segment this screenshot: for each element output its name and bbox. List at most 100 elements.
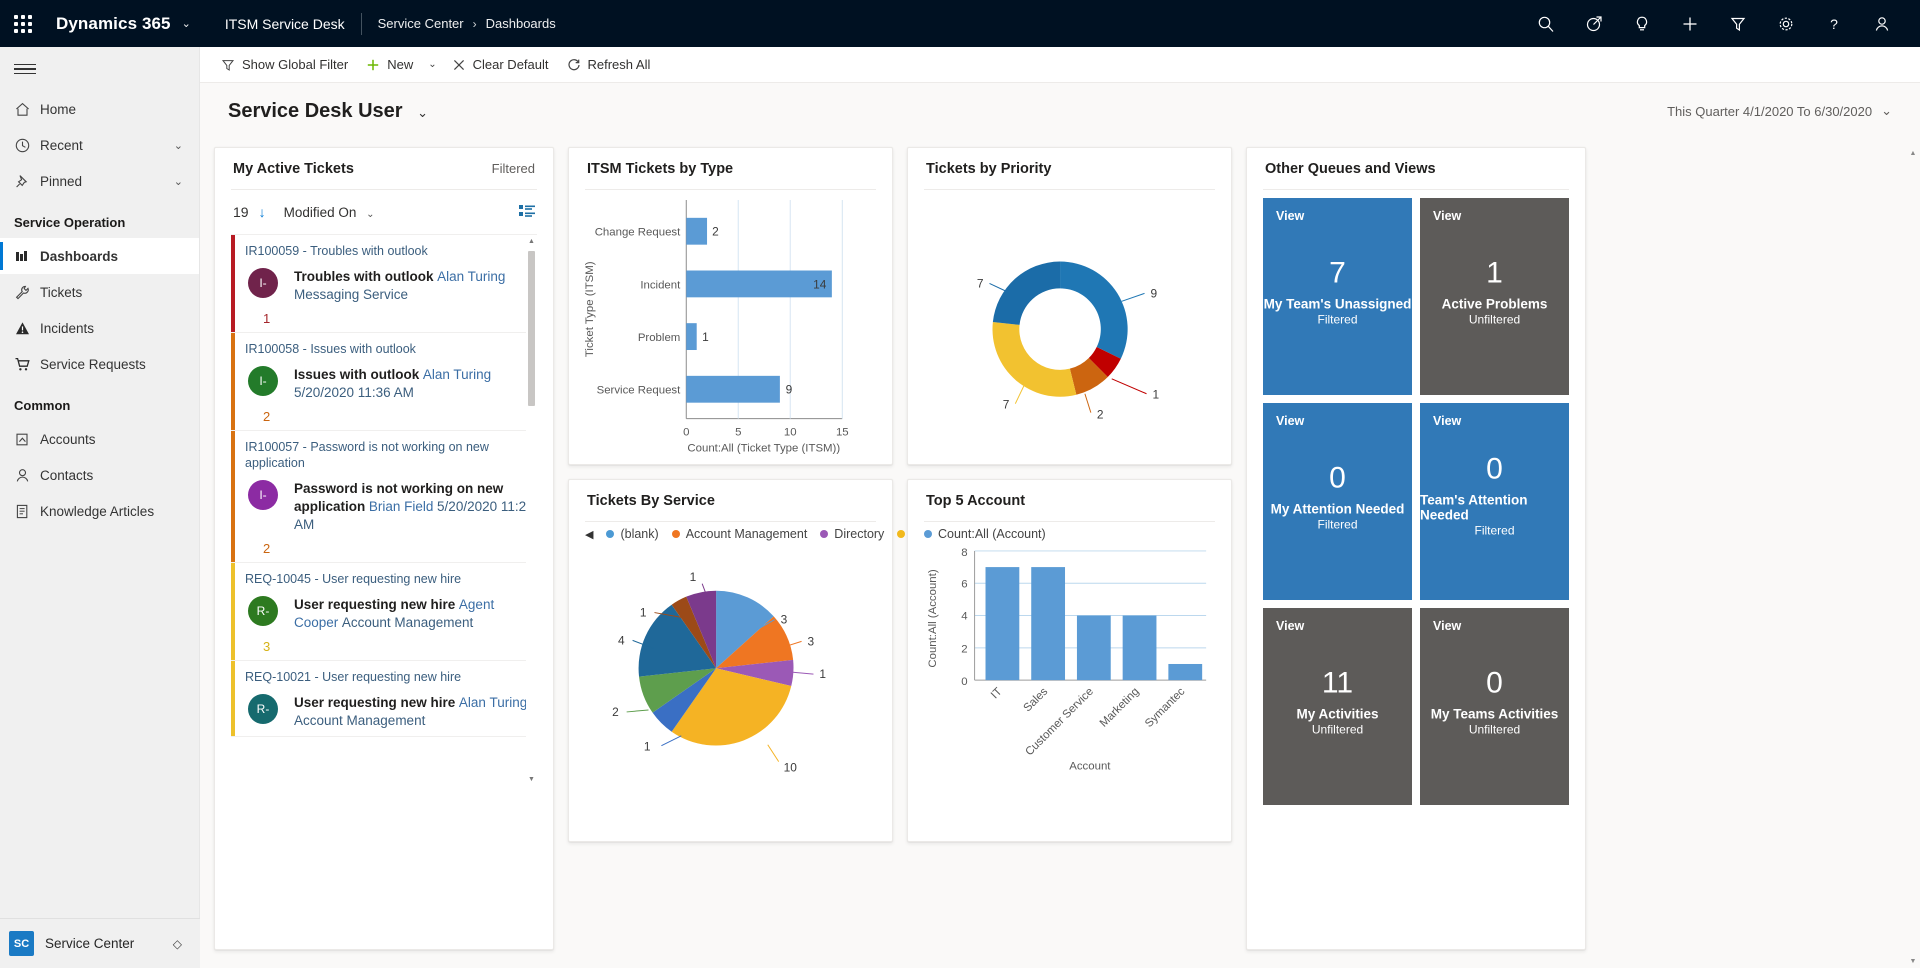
sidebar-item-dashboards[interactable]: Dashboards	[0, 238, 199, 274]
new-dropdown-chevron-icon[interactable]: ⌄	[422, 47, 442, 83]
ticket-list-scrollbar[interactable]: ▲ ▼	[526, 235, 537, 785]
plus-icon[interactable]	[1666, 0, 1714, 47]
avatar: I-	[248, 366, 278, 396]
legend-item[interactable]: Account Management	[671, 527, 807, 541]
table-row[interactable]: IR100057 - Password is not working on ne…	[231, 431, 537, 563]
gear-icon[interactable]	[1762, 0, 1810, 47]
sidebar-item-recent[interactable]: Recent ⌄	[0, 127, 199, 163]
ticket-meta[interactable]: Account Management	[294, 713, 425, 728]
date-range-selector[interactable]: This Quarter 4/1/2020 To 6/30/2020 ⌄	[1667, 103, 1892, 119]
list-view-icon[interactable]	[519, 204, 535, 221]
command-label: Refresh All	[587, 57, 651, 72]
ticket-meta[interactable]: Messaging Service	[294, 287, 408, 302]
breadcrumb-item-dashboards[interactable]: Dashboards	[486, 16, 556, 31]
ticket-owner[interactable]: Alan Turing	[423, 367, 491, 382]
card-header: Tickets by Priority	[908, 148, 1231, 189]
avatar: I-	[248, 480, 278, 510]
ticket-id[interactable]: IR100057 - Password is not working on ne…	[245, 439, 519, 471]
assistant-icon[interactable]	[1570, 0, 1618, 47]
legend-item[interactable]: Directory	[820, 527, 884, 541]
scroll-up-icon[interactable]: ▲	[526, 235, 537, 248]
table-row[interactable]: REQ-10045 - User requesting new hire ···…	[231, 563, 537, 661]
chart-area[interactable]: 9 1 2 7 7	[908, 190, 1231, 464]
card-title: Other Queues and Views	[1265, 160, 1436, 177]
ticket-list[interactable]: IR100059 - Troubles with outlook ··· I- …	[231, 234, 537, 785]
table-row[interactable]: IR100059 - Troubles with outlook ··· I- …	[231, 235, 537, 333]
tile-active-problems[interactable]: View 1 Active Problems Unfiltered	[1420, 198, 1569, 395]
search-icon[interactable]	[1522, 0, 1570, 47]
sidebar-item-pinned[interactable]: Pinned ⌄	[0, 163, 199, 199]
new-button[interactable]: New	[357, 47, 422, 83]
filter-icon[interactable]	[1714, 0, 1762, 47]
lightbulb-icon[interactable]	[1618, 0, 1666, 47]
sort-field-selector[interactable]: Modified On ⌄	[284, 205, 375, 220]
sidebar: Home Recent ⌄ Pinned ⌄ Service Operation…	[0, 47, 200, 968]
svg-text:7: 7	[977, 276, 984, 290]
canvas-scrollbar[interactable]: ▲ ▼	[1908, 147, 1918, 967]
sidebar-item-service-requests[interactable]: Service Requests	[0, 346, 199, 382]
prev-arrow-icon[interactable]: ◀	[585, 528, 593, 541]
ticket-owner[interactable]: Alan Turing	[459, 695, 527, 710]
sidebar-item-knowledge-articles[interactable]: Knowledge Articles	[0, 493, 199, 529]
scroll-down-icon[interactable]: ▼	[526, 773, 537, 785]
sidebar-item-contacts[interactable]: Contacts	[0, 457, 199, 493]
chart-area[interactable]: 0 2 4 6 8 IT Sales Customer Service Mark…	[908, 541, 1231, 841]
table-row[interactable]: IR100058 - Issues with outlook ··· I- Is…	[231, 333, 537, 431]
updown-icon[interactable]: ◇	[173, 937, 200, 951]
help-icon[interactable]: ?	[1810, 0, 1858, 47]
chart-area[interactable]: 2 14 1 9 Change Request Incident Problem…	[569, 190, 892, 464]
tile-my-activities[interactable]: View 11 My Activities Unfiltered	[1263, 608, 1412, 805]
page-title: Service Desk User	[228, 99, 403, 122]
scrollbar-thumb[interactable]	[528, 251, 535, 406]
show-global-filter-button[interactable]: Show Global Filter	[212, 47, 357, 83]
tile-my-teams-unassigned[interactable]: View 7 My Team's Unassigned Filtered	[1263, 198, 1412, 395]
clear-default-button[interactable]: Clear Default	[443, 47, 558, 83]
chevron-down-icon[interactable]: ⌄	[174, 175, 199, 188]
top-bar-actions: ?	[1522, 0, 1920, 47]
sidebar-item-incidents[interactable]: Incidents	[0, 310, 199, 346]
app-initials-badge: SC	[9, 931, 34, 956]
chevron-down-icon[interactable]: ⌄	[417, 105, 428, 120]
tile-my-attention-needed[interactable]: View 0 My Attention Needed Filtered	[1263, 403, 1412, 600]
chart-area[interactable]: 3 3 1 10 1 2 4 1 1	[569, 541, 892, 841]
table-row[interactable]: REQ-10021 - User requesting new hire ···…	[231, 661, 537, 737]
sidebar-item-home[interactable]: Home	[0, 91, 199, 127]
app-switcher[interactable]: SC Service Center ◇	[0, 918, 200, 968]
sidebar-item-accounts[interactable]: Accounts	[0, 421, 199, 457]
legend-item-truncated[interactable]	[897, 530, 906, 538]
arrow-down-icon[interactable]: ↓	[259, 204, 266, 220]
scroll-down-icon[interactable]: ▼	[1908, 955, 1918, 967]
ticket-id[interactable]: IR100059 - Troubles with outlook	[245, 243, 519, 259]
ticket-id[interactable]: REQ-10045 - User requesting new hire	[245, 571, 519, 587]
legend-item[interactable]: (blank)	[606, 527, 659, 541]
ticket-id[interactable]: REQ-10021 - User requesting new hire	[245, 669, 519, 685]
svg-text:Symantec: Symantec	[1143, 685, 1188, 730]
ticket-owner[interactable]: Brian Field	[369, 499, 434, 514]
breadcrumb-item-service-center[interactable]: Service Center	[378, 16, 464, 31]
charts-column-left: ITSM Tickets by Type 2 14 1 9 Change Req…	[568, 147, 927, 950]
tile-teams-attention-needed[interactable]: View 0 Team's Attention Needed Filtered	[1420, 403, 1569, 600]
scroll-up-icon[interactable]: ▲	[1908, 147, 1918, 159]
card-title: Top 5 Account	[926, 492, 1026, 509]
svg-text:Problem: Problem	[638, 332, 680, 344]
site-map-toggle[interactable]	[0, 47, 199, 91]
svg-text:Marketing: Marketing	[1098, 686, 1142, 730]
ticket-id[interactable]: IR100058 - Issues with outlook	[245, 341, 519, 357]
itsm-tickets-by-type-card: ITSM Tickets by Type 2 14 1 9 Change Req…	[568, 147, 893, 465]
svg-text:2: 2	[961, 643, 967, 655]
app-launcher-button[interactable]	[0, 0, 46, 47]
dashboard-selector[interactable]: Service Desk User ⌄	[228, 100, 428, 123]
legend-item[interactable]: Count:All (Account)	[924, 527, 1046, 541]
close-icon	[452, 58, 466, 72]
chevron-down-icon[interactable]: ⌄	[174, 139, 199, 152]
ticket-meta[interactable]: Account Management	[342, 615, 473, 630]
chevron-down-icon[interactable]: ⌄	[182, 17, 191, 30]
avatar: R-	[248, 596, 278, 626]
svg-text:Change Request: Change Request	[595, 227, 681, 239]
tile-my-teams-activities[interactable]: View 0 My Teams Activities Unfiltered	[1420, 608, 1569, 805]
sidebar-item-tickets[interactable]: Tickets	[0, 274, 199, 310]
user-icon[interactable]	[1858, 0, 1906, 47]
svg-text:2: 2	[712, 225, 719, 239]
refresh-all-button[interactable]: Refresh All	[558, 47, 660, 83]
ticket-owner[interactable]: Alan Turing	[437, 269, 505, 284]
